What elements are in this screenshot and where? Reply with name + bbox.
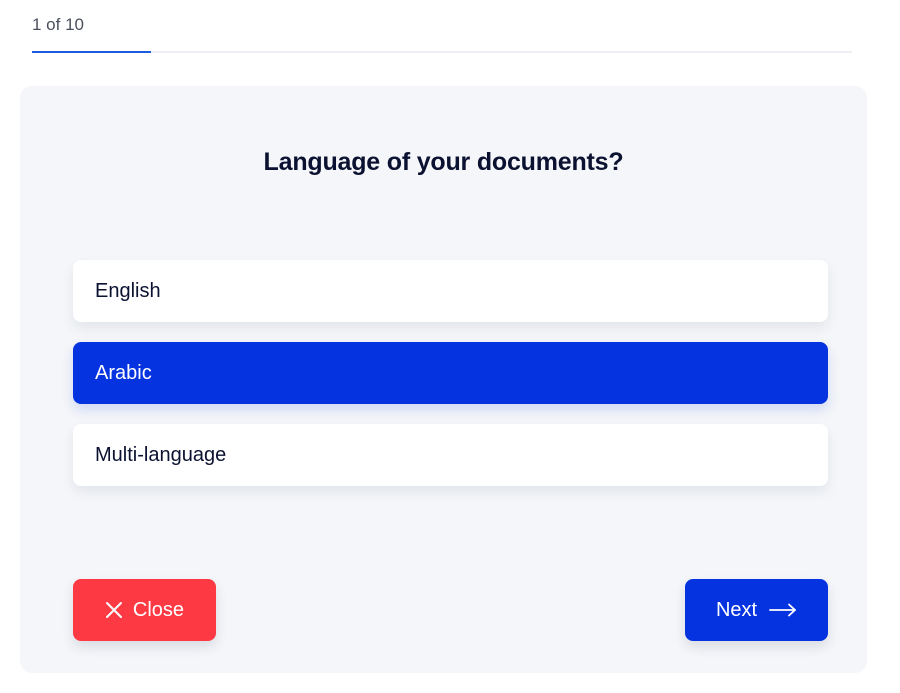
progress-indicator: 1 of 10 <box>32 14 852 54</box>
option-multi-language[interactable]: Multi-language <box>73 424 828 486</box>
question-card: Language of your documents? English Arab… <box>20 86 867 673</box>
close-button[interactable]: Close <box>73 579 216 641</box>
question-title: Language of your documents? <box>263 148 624 176</box>
option-label: English <box>95 280 161 302</box>
close-icon <box>105 601 123 619</box>
option-label: Arabic <box>95 362 152 384</box>
close-button-label: Close <box>132 598 185 621</box>
option-label: Multi-language <box>95 444 227 466</box>
options-list: English Arabic Multi-language <box>73 260 828 506</box>
option-arabic[interactable]: Arabic <box>73 342 828 404</box>
next-button[interactable]: Next <box>685 579 828 641</box>
quiz-page: 1 of 10 Language of your documents? Engl… <box>0 0 900 693</box>
progress-fill <box>32 51 151 53</box>
arrow-right-icon <box>769 603 797 617</box>
option-english[interactable]: English <box>73 260 828 322</box>
progress-label: 1 of 10 <box>32 15 84 34</box>
progress-track <box>32 51 852 53</box>
next-button-label: Next <box>715 598 758 621</box>
